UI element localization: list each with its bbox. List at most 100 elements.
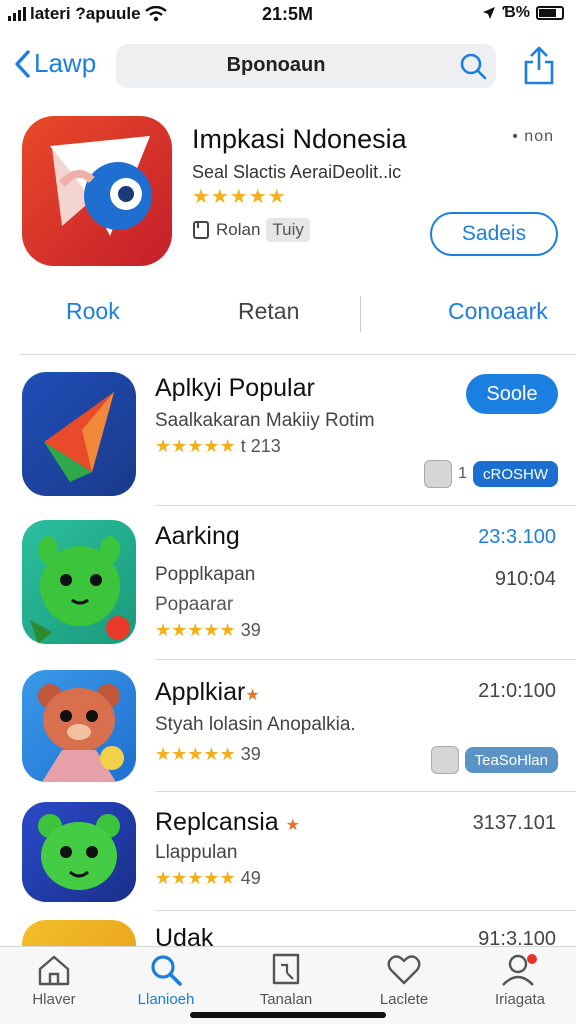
- row-divider: [155, 791, 576, 792]
- app-icon[interactable]: [22, 920, 136, 946]
- app-icon[interactable]: [22, 372, 136, 496]
- more-options-icon[interactable]: • non: [512, 128, 554, 146]
- signal-icon: [8, 7, 26, 21]
- app-name: Aplkyi Popular: [155, 374, 315, 402]
- row-divider: [155, 659, 576, 660]
- app-tag: TeaSoHlan: [430, 746, 558, 774]
- tab-conoaark[interactable]: Conoaark: [448, 298, 548, 325]
- app-subtitle: Llappulan: [155, 842, 238, 863]
- featured-app: Impkasi Ndonesia • non Seal Slactis Aera…: [0, 112, 576, 272]
- tab-search-label: Llanioeh: [137, 991, 195, 1008]
- featured-rating-stars: ★★★★★: [192, 186, 287, 208]
- tab-apps-label: Tanalan: [259, 991, 313, 1008]
- rating-count: t 213: [240, 436, 281, 456]
- rating-stars: ★★★★★: [155, 744, 236, 764]
- tab-profile-label: Iriagata: [494, 991, 546, 1008]
- tab-retan[interactable]: Retan: [238, 298, 299, 325]
- bear-icon: [38, 684, 124, 782]
- home-indicator: [190, 1012, 386, 1018]
- app-tag: 1 cROSHW: [424, 460, 558, 488]
- row-divider: [155, 505, 576, 506]
- get-button[interactable]: Soole: [466, 374, 558, 414]
- tab-home[interactable]: Hlaver: [4, 953, 104, 1008]
- app-rating: ★★★★★ 49: [155, 868, 261, 889]
- list-item[interactable]: Aplkyi Popular Saalkakaran Makiiy Rotim …: [0, 370, 576, 506]
- app-name: Replcansia ★: [155, 808, 300, 837]
- featured-app-icon[interactable]: [22, 116, 172, 266]
- search-icon: [151, 955, 182, 986]
- carrier-name: lateri ?apuule: [30, 4, 141, 23]
- tab-profile[interactable]: Iriagata: [470, 953, 570, 1008]
- app-value: 91:3.100: [478, 928, 556, 946]
- arrow-logo-icon: [44, 392, 114, 482]
- app-name-text: Applkiar: [155, 678, 246, 706]
- tag-label: TeaSoHlan: [464, 747, 558, 773]
- featured-get-button[interactable]: Sadeis: [430, 212, 558, 256]
- app-subtitle: Popplkapan: [155, 564, 256, 585]
- rating-count: 49: [240, 868, 261, 888]
- tab-divider: [360, 296, 361, 332]
- featured-meta-chip: Tuiy: [266, 218, 310, 242]
- tab-rook[interactable]: Rook: [66, 298, 120, 325]
- search-query: Bponoaun: [226, 54, 326, 76]
- heart-icon: [387, 955, 421, 985]
- app-name: Applkiar★: [155, 678, 260, 707]
- chevron-left-icon: [15, 49, 30, 78]
- app-value: 21:0:100: [478, 680, 556, 702]
- tab-home-label: Hlaver: [32, 991, 76, 1008]
- star-icon: ★: [245, 687, 260, 704]
- app-name: Udak: [155, 924, 214, 946]
- image-icon: [430, 746, 459, 774]
- app-value: 3137.101: [472, 812, 556, 834]
- document-icon: [193, 221, 209, 239]
- battery-percent: Ɓ%: [502, 4, 530, 21]
- apps-icon: [272, 953, 300, 985]
- list-item[interactable]: Aarking Popplkapan Popaarar ★★★★★ 39 23:…: [0, 516, 576, 660]
- app-value-2: 910:04: [494, 568, 556, 590]
- app-icon[interactable]: [22, 520, 136, 644]
- rating-stars: ★★★★★: [155, 620, 236, 640]
- segment-tabs: Rook Retan Conoaark: [0, 290, 576, 338]
- tab-favorites-label: Laclete: [379, 991, 429, 1008]
- list-item[interactable]: Applkiar★ Styah lolasin Anopalkia. ★★★★★…: [0, 670, 576, 792]
- back-label: Lawp: [34, 48, 97, 78]
- app-subtitle: Saalkakaran Makiiy Rotim: [155, 410, 375, 431]
- list-item[interactable]: Replcansia ★ Llappulan ★★★★★ 49 3137.101: [0, 802, 576, 912]
- app-value: 23:3.100: [478, 526, 556, 548]
- back-button[interactable]: Lawp: [14, 48, 96, 79]
- app-icon[interactable]: [22, 670, 136, 782]
- tab-favorites[interactable]: Laclete: [354, 953, 454, 1008]
- search-input[interactable]: Bponoaun: [116, 44, 496, 88]
- navigation-bar: Lawp Bponoaun: [0, 40, 576, 92]
- tag-label: cROSHW: [473, 461, 558, 487]
- list-item[interactable]: Udak 91:3.100: [0, 918, 576, 946]
- wifi-icon: [144, 6, 167, 22]
- rating-stars: ★★★★★: [155, 868, 236, 888]
- location-arrow-icon: [483, 7, 496, 19]
- profile-icon: [502, 954, 537, 986]
- featured-app-subtitle: Seal Slactis AeraiDeolit..ic: [192, 162, 402, 182]
- status-right: Ɓ%: [482, 4, 564, 22]
- home-icon: [38, 955, 70, 986]
- star-icon: ★: [285, 817, 300, 834]
- app-subtitle: Styah lolasin Anopalkia.: [155, 714, 356, 735]
- divider: [20, 354, 576, 355]
- app-name-text: Replcansia: [155, 808, 279, 836]
- featured-meta-label: Rolan: [216, 220, 261, 239]
- app-name: Aarking: [155, 522, 240, 550]
- app-rating: ★★★★★ 39: [155, 620, 261, 641]
- share-icon[interactable]: [522, 46, 556, 86]
- rocket-logo-icon: [50, 136, 152, 236]
- featured-app-title: Impkasi Ndonesia: [192, 124, 407, 154]
- tab-search[interactable]: Llanioeh: [116, 953, 216, 1008]
- app-rating: ★★★★★ t 213: [155, 436, 281, 457]
- green-monster-icon: [30, 536, 130, 644]
- battery-icon: [536, 6, 564, 20]
- row-divider: [155, 910, 576, 911]
- app-icon[interactable]: [22, 802, 136, 902]
- search-icon[interactable]: [458, 51, 488, 81]
- tab-apps[interactable]: Tanalan: [236, 953, 336, 1008]
- rating-count: 39: [240, 744, 261, 764]
- app-subtitle-2: Popaarar: [155, 594, 234, 615]
- rating-count: 39: [240, 620, 261, 640]
